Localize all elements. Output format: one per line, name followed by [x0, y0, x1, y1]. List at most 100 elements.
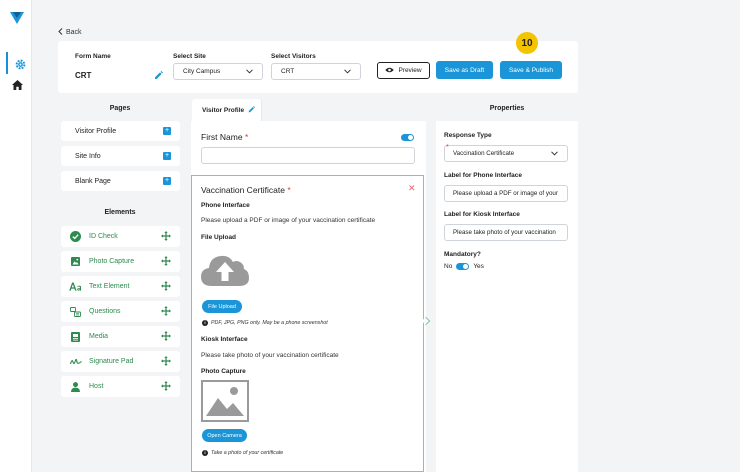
page-item-blank-page[interactable]: Blank Page + — [61, 171, 180, 191]
add-plus-icon[interactable]: + — [163, 152, 171, 160]
open-camera-button[interactable]: Open Camera — [202, 429, 247, 442]
page-item-label: Site Info — [75, 152, 101, 160]
element-signature-pad[interactable]: Signature Pad — [61, 351, 180, 372]
page-item-label: Blank Page — [75, 177, 111, 185]
yes-label: Yes — [473, 263, 484, 270]
element-label: ID Check — [89, 233, 118, 240]
photo-note-text: Take a photo of your certificate — [211, 450, 284, 456]
chevron-down-icon — [344, 69, 351, 76]
kiosk-interface-label: Kiosk Interface — [201, 336, 248, 343]
element-id-check[interactable]: ID Check — [61, 226, 180, 247]
required-asterisk: * — [287, 185, 291, 195]
chevron-down-icon — [551, 151, 558, 158]
mandatory-label: Mandatory? — [444, 251, 481, 258]
mandatory-toggle-group: No Yes — [444, 263, 484, 270]
element-host[interactable]: Host — [61, 376, 180, 397]
check-circle-icon — [70, 231, 81, 242]
select-visitors-value: CRT — [281, 68, 295, 75]
image-placeholder-icon — [201, 380, 249, 424]
add-plus-icon[interactable]: + — [163, 177, 171, 185]
vaccination-title-text: Vaccination Certificate — [201, 185, 285, 195]
edit-form-name-pencil-icon[interactable] — [154, 71, 163, 82]
element-label: Photo Capture — [89, 258, 135, 265]
questions-icon — [70, 306, 81, 317]
tab-label: Visitor Profile — [202, 106, 245, 114]
move-handle-icon[interactable] — [161, 306, 171, 318]
add-plus-icon[interactable]: + — [163, 127, 171, 135]
move-handle-icon[interactable] — [161, 381, 171, 393]
step-badge: 10 — [516, 32, 538, 54]
first-name-label: First Name * — [201, 132, 248, 142]
file-upload-button[interactable]: File Upload — [202, 300, 242, 313]
info-icon: i — [202, 450, 208, 456]
settings-gear-icon[interactable] — [8, 54, 32, 74]
signature-icon — [70, 356, 82, 367]
form-name-label: Form Name — [75, 53, 111, 60]
vaccination-title: Vaccination Certificate * — [201, 185, 291, 195]
element-media[interactable]: Media — [61, 326, 180, 347]
properties-title: Properties — [489, 105, 525, 112]
phone-interface-text: Please upload a PDF or image of your vac… — [201, 217, 376, 224]
cloud-upload-icon — [201, 251, 249, 289]
response-type-dropdown[interactable]: Vaccination Certificate — [444, 145, 568, 162]
phone-label-title: Label for Phone Interface — [444, 172, 523, 179]
first-name-toggle[interactable] — [401, 134, 414, 141]
element-label: Media — [89, 333, 109, 340]
info-icon: i — [202, 320, 208, 326]
select-visitors-dropdown[interactable]: CRT — [271, 63, 361, 80]
page-item-site-info[interactable]: Site Info + — [61, 146, 180, 166]
select-site-label: Select Site — [173, 53, 206, 60]
pages-title: Pages — [109, 105, 131, 112]
response-type-label: Response Type — [444, 132, 492, 139]
element-questions[interactable]: Questions — [61, 301, 180, 322]
photo-note: i Take a photo of your certificate — [202, 450, 283, 456]
page-item-label: Visitor Profile — [75, 127, 117, 135]
move-handle-icon[interactable] — [161, 256, 171, 268]
photo-capture-label: Photo Capture — [201, 368, 246, 375]
element-text-element[interactable]: Text Element — [61, 276, 180, 297]
kiosk-label-title: Label for Kiosk Interface — [444, 211, 520, 218]
phone-interface-label: Phone Interface — [201, 202, 250, 209]
response-type-value: Vaccination Certificate — [453, 150, 515, 157]
move-handle-icon[interactable] — [161, 356, 171, 368]
move-handle-icon[interactable] — [161, 331, 171, 343]
back-link[interactable]: Back — [58, 28, 82, 37]
eye-icon — [385, 67, 395, 75]
form-header-card: Form Name CRT Select Site City Campus Se… — [58, 32, 578, 93]
media-icon — [70, 331, 81, 342]
preview-label: Preview — [398, 67, 422, 74]
edit-pencil-icon[interactable] — [248, 105, 256, 115]
vaccination-certificate-card[interactable]: Vaccination Certificate * ✕ Phone Interf… — [191, 175, 424, 472]
close-icon[interactable]: ✕ — [408, 183, 416, 194]
page-item-visitor-profile[interactable]: Visitor Profile + — [61, 121, 180, 141]
move-handle-icon[interactable] — [161, 231, 171, 243]
home-icon[interactable] — [10, 78, 24, 92]
form-name-value: CRT — [75, 71, 92, 80]
element-label: Text Element — [89, 283, 130, 290]
required-asterisk: * — [446, 144, 449, 151]
element-label: Host — [89, 383, 104, 390]
elements-title: Elements — [104, 209, 136, 216]
kiosk-label-input[interactable]: Please take photo of your vaccination — [444, 224, 568, 241]
element-label: Questions — [89, 308, 121, 315]
save-draft-button[interactable]: Save as Draft — [436, 61, 493, 79]
form-canvas: First Name * Vaccination Certificate * ✕… — [191, 121, 431, 472]
move-handle-icon[interactable] — [161, 281, 171, 293]
preview-button[interactable]: Preview — [377, 62, 430, 79]
phone-label-input[interactable]: Please upload a PDF or image of your — [444, 185, 568, 202]
select-site-dropdown[interactable]: City Campus — [173, 63, 263, 80]
file-upload-note: i PDF, JPG, PNG only. May be a phone scr… — [202, 320, 328, 326]
required-asterisk: * — [244, 132, 249, 142]
file-upload-label: File Upload — [201, 234, 237, 241]
first-name-input[interactable] — [201, 147, 415, 164]
mandatory-toggle[interactable] — [456, 263, 470, 270]
first-name-text: First Name — [201, 132, 243, 142]
save-publish-button[interactable]: Save & Publish — [500, 61, 562, 79]
element-label: Signature Pad — [89, 358, 134, 365]
properties-panel: Response Type Vaccination Certificate * … — [436, 121, 578, 472]
element-photo-capture[interactable]: Photo Capture — [61, 251, 180, 272]
image-icon — [70, 256, 81, 267]
tab-visitor-profile[interactable]: Visitor Profile — [192, 99, 262, 121]
chevron-left-icon — [58, 28, 63, 37]
chevron-down-icon — [246, 69, 253, 76]
